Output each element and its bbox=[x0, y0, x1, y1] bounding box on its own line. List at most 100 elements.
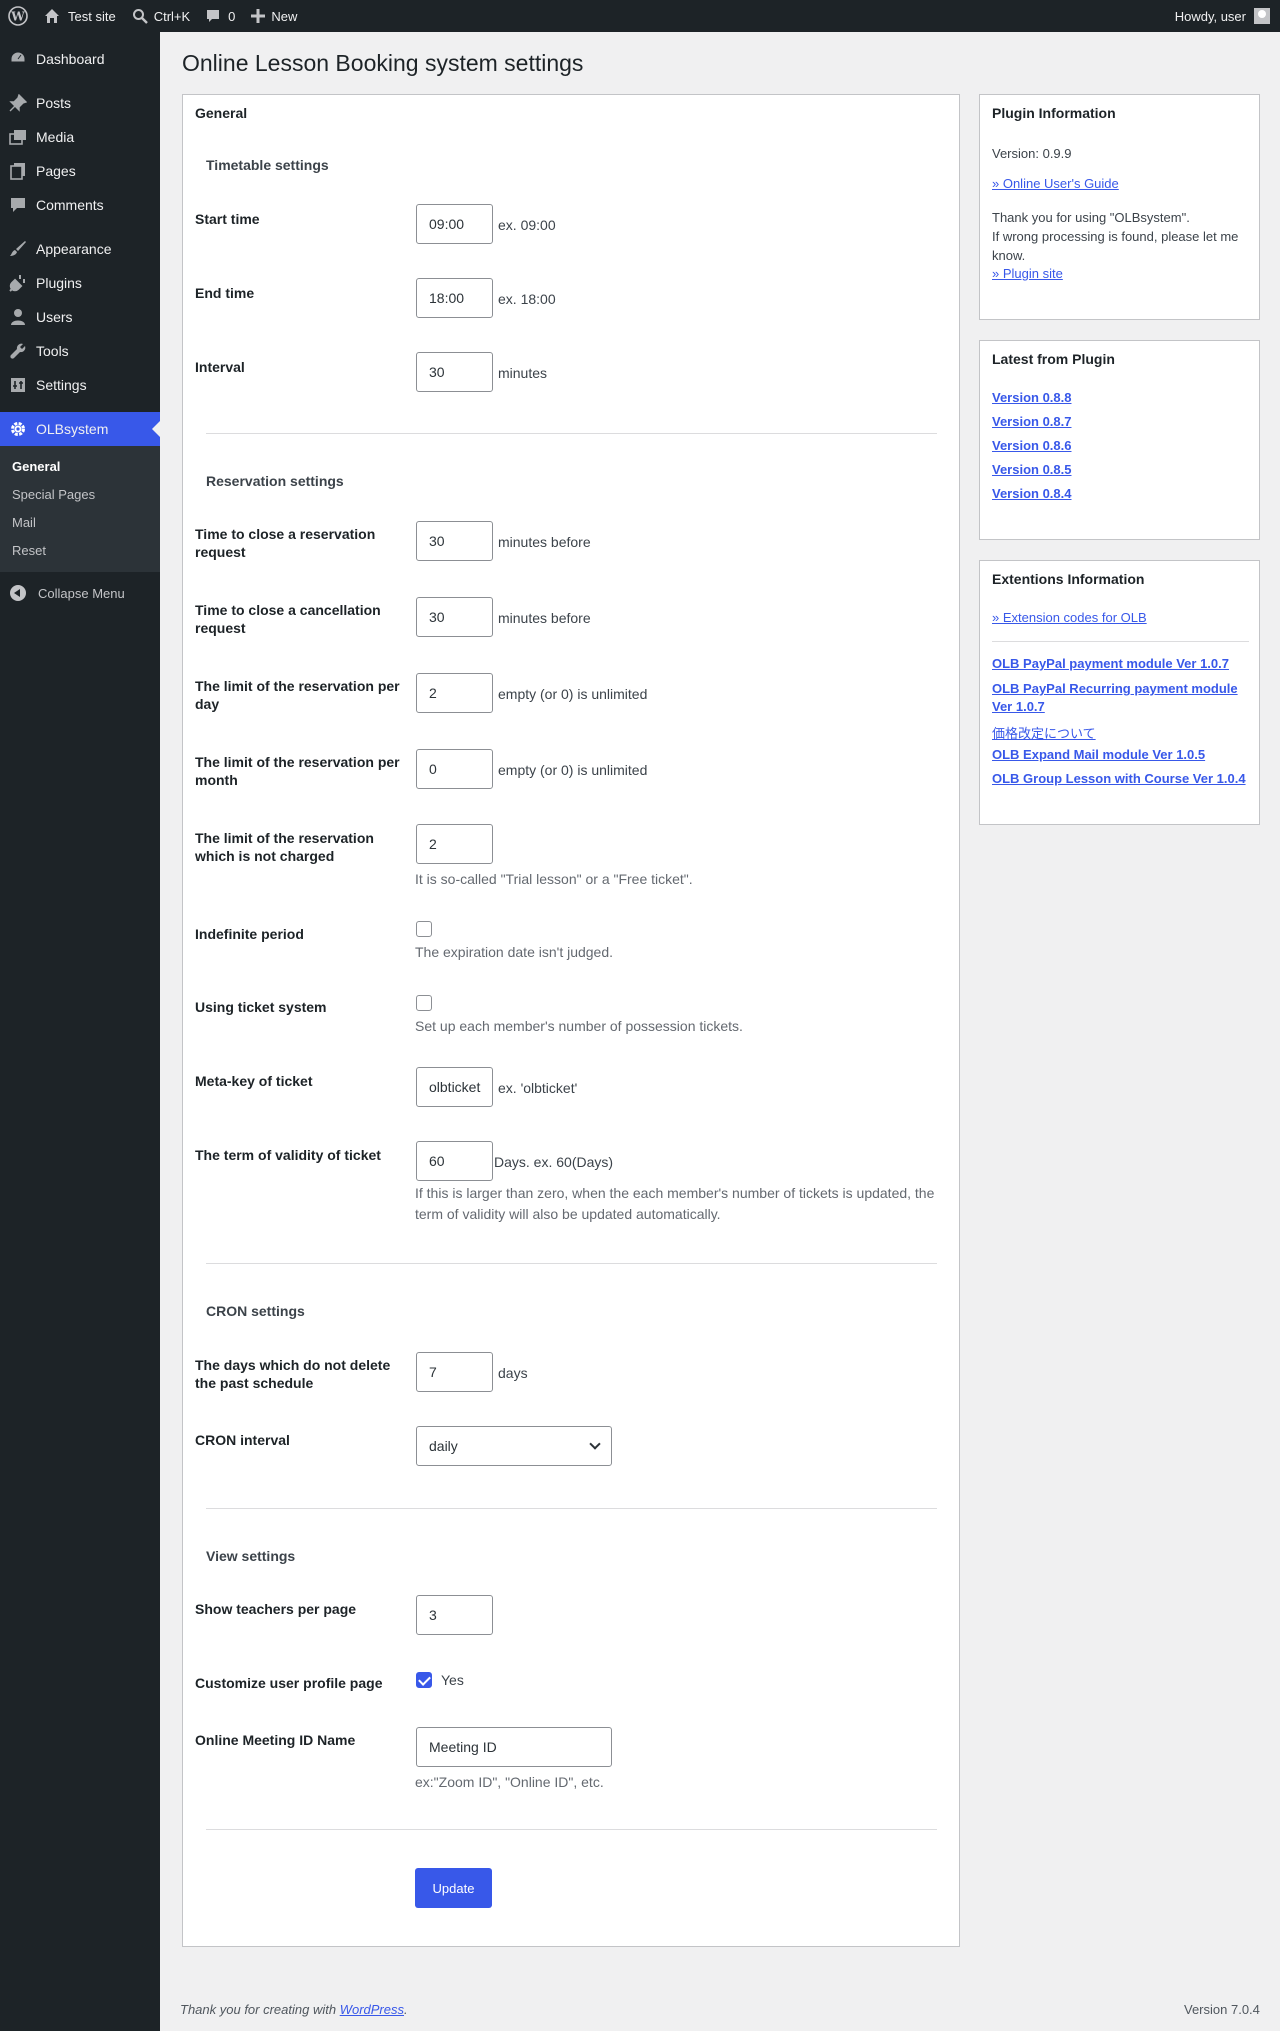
customize-profile-checkbox[interactable] bbox=[416, 1672, 432, 1688]
latest-item-link[interactable]: Version 0.8.7 bbox=[992, 414, 1072, 429]
media-icon bbox=[8, 127, 28, 147]
brush-icon bbox=[8, 239, 28, 259]
interval-input[interactable]: 30 bbox=[416, 352, 493, 392]
my-account-link[interactable]: Howdy, user bbox=[1167, 0, 1280, 32]
section-title-cron: CRON settings bbox=[206, 1303, 305, 1319]
admin-bar: W Test site Ctrl+K 0 New Howdy, user bbox=[0, 0, 1280, 32]
sidebar-item-tools[interactable]: Tools bbox=[0, 334, 160, 368]
divider bbox=[206, 1263, 937, 1264]
sidebar-item-olbsystem[interactable]: OLBsystem bbox=[0, 412, 160, 446]
wordpress-link[interactable]: WordPress bbox=[340, 2002, 404, 2017]
section-title-view: View settings bbox=[206, 1548, 296, 1564]
limit-not-charged-description: It is so-called "Trial lesson" or a "Fre… bbox=[415, 871, 693, 887]
svg-text:W: W bbox=[10, 10, 25, 24]
extension-item-link[interactable]: 価格改定について bbox=[992, 723, 1096, 742]
limit-not-charged-label: The limit of the reservation which is no… bbox=[195, 830, 374, 864]
ticket-validity-label: The term of validity of ticket bbox=[195, 1147, 381, 1163]
settings-icon bbox=[8, 375, 28, 395]
sidebar-item-plugins[interactable]: Plugins bbox=[0, 266, 160, 300]
section-title-timetable: Timetable settings bbox=[206, 157, 329, 173]
sidebar-item-comments[interactable]: Comments bbox=[0, 188, 160, 222]
cron-interval-select[interactable]: daily bbox=[416, 1426, 612, 1466]
extension-item-link[interactable]: OLB PayPal payment module Ver 1.0.7 bbox=[992, 656, 1229, 671]
ticket-validity-description: If this is larger than zero, when the ea… bbox=[415, 1185, 935, 1222]
ticket-validity-input[interactable]: 60 bbox=[416, 1141, 493, 1181]
admin-sidebar: Dashboard Posts Media Pages Comments App… bbox=[0, 32, 160, 2031]
comments-link[interactable]: 0 bbox=[198, 0, 243, 32]
start-time-label: Start time bbox=[195, 211, 260, 227]
user-icon bbox=[8, 307, 28, 327]
pages-icon bbox=[8, 161, 28, 181]
close-cancellation-unit: minutes before bbox=[498, 610, 591, 626]
submenu-item-reset[interactable]: Reset bbox=[0, 536, 160, 564]
limit-per-month-input[interactable]: 0 bbox=[416, 749, 493, 789]
user-guide-link[interactable]: » Online User's Guide bbox=[992, 176, 1119, 191]
latest-item-link[interactable]: Version 0.8.6 bbox=[992, 438, 1072, 453]
home-icon bbox=[44, 8, 60, 24]
extension-item-link[interactable]: OLB PayPal Recurring payment module Ver … bbox=[992, 680, 1250, 716]
limit-not-charged-input[interactable]: 2 bbox=[416, 824, 493, 864]
section-title-reservation: Reservation settings bbox=[206, 473, 344, 489]
command-palette-link[interactable]: Ctrl+K bbox=[124, 0, 198, 32]
plugin-site-link[interactable]: » Plugin site bbox=[992, 266, 1063, 281]
limit-per-day-hint: empty (or 0) is unlimited bbox=[498, 686, 648, 702]
sidebar-item-media[interactable]: Media bbox=[0, 120, 160, 154]
collapse-menu-button[interactable]: Collapse Menu bbox=[0, 576, 160, 610]
footer-thanks: Thank you for creating with WordPress. bbox=[180, 2002, 408, 2017]
teachers-per-page-label: Show teachers per page bbox=[195, 1601, 357, 1617]
sidebar-item-appearance[interactable]: Appearance bbox=[0, 232, 160, 266]
limit-per-day-input[interactable]: 2 bbox=[416, 673, 493, 713]
meta-key-input[interactable]: olbticket bbox=[416, 1067, 493, 1107]
wrench-icon bbox=[8, 341, 28, 361]
limit-per-month-hint: empty (or 0) is unlimited bbox=[498, 762, 648, 778]
ticket-system-description: Set up each member's number of possessio… bbox=[415, 1018, 743, 1034]
close-reservation-input[interactable]: 30 bbox=[416, 521, 493, 561]
sidebar-item-pages[interactable]: Pages bbox=[0, 154, 160, 188]
widget-title: Extentions Information bbox=[992, 571, 1145, 587]
chevron-down-icon bbox=[589, 1438, 601, 1450]
close-cancellation-label: Time to close a cancellation request bbox=[195, 602, 381, 636]
sidebar-item-posts[interactable]: Posts bbox=[0, 86, 160, 120]
extension-item-link[interactable]: OLB Expand Mail module Ver 1.0.5 bbox=[992, 747, 1205, 762]
submenu-item-general[interactable]: General bbox=[0, 452, 160, 480]
extension-codes-link[interactable]: » Extension codes for OLB bbox=[992, 610, 1147, 625]
new-content-link[interactable]: New bbox=[243, 0, 305, 32]
keep-schedule-days-input[interactable]: 7 bbox=[416, 1352, 493, 1392]
update-button[interactable]: Update bbox=[415, 1868, 492, 1908]
latest-item-link[interactable]: Version 0.8.5 bbox=[992, 462, 1072, 477]
settings-panel: General Timetable settings Start time 09… bbox=[182, 94, 960, 1947]
keep-schedule-days-label: The days which do not delete the past sc… bbox=[195, 1357, 391, 1391]
ticket-validity-hint: Days. ex. 60(Days) bbox=[494, 1154, 614, 1170]
sidebar-item-dashboard[interactable]: Dashboard bbox=[0, 42, 160, 76]
sidebar-item-settings[interactable]: Settings bbox=[0, 368, 160, 402]
teachers-per-page-input[interactable]: 3 bbox=[416, 1595, 493, 1635]
end-time-input[interactable]: 18:00 bbox=[416, 278, 493, 318]
close-reservation-label: Time to close a reservation request bbox=[195, 526, 376, 560]
submenu-item-special-pages[interactable]: Special Pages bbox=[0, 480, 160, 508]
comment-icon bbox=[206, 9, 220, 23]
meta-key-label: Meta-key of ticket bbox=[195, 1073, 313, 1089]
sidebar-item-users[interactable]: Users bbox=[0, 300, 160, 334]
page-title: Online Lesson Booking system settings bbox=[182, 50, 584, 76]
extensions-information-widget: Extentions Information » Extension codes… bbox=[979, 560, 1260, 825]
indefinite-period-description: The expiration date isn't judged. bbox=[415, 944, 614, 960]
submenu-item-mail[interactable]: Mail bbox=[0, 508, 160, 536]
interval-unit: minutes bbox=[498, 365, 548, 381]
meeting-id-name-input[interactable]: Meeting ID bbox=[416, 1727, 612, 1767]
latest-item-link[interactable]: Version 0.8.4 bbox=[992, 486, 1072, 501]
site-name-link[interactable]: Test site bbox=[36, 0, 124, 32]
plug-icon bbox=[8, 273, 28, 293]
meta-key-hint: ex. 'olbticket' bbox=[498, 1080, 578, 1096]
search-icon bbox=[132, 8, 148, 24]
dashboard-icon bbox=[8, 49, 28, 69]
indefinite-period-checkbox[interactable] bbox=[416, 921, 432, 937]
pin-icon bbox=[8, 93, 28, 113]
indefinite-period-label: Indefinite period bbox=[195, 926, 304, 942]
customize-profile-label: Customize user profile page bbox=[195, 1675, 383, 1691]
extension-item-link[interactable]: OLB Group Lesson with Course Ver 1.0.4 bbox=[992, 771, 1246, 786]
ticket-system-checkbox[interactable] bbox=[416, 995, 432, 1011]
close-cancellation-input[interactable]: 30 bbox=[416, 597, 493, 637]
latest-item-link[interactable]: Version 0.8.8 bbox=[992, 390, 1072, 405]
wordpress-logo-icon[interactable]: W bbox=[0, 0, 36, 32]
start-time-input[interactable]: 09:00 bbox=[416, 204, 493, 244]
